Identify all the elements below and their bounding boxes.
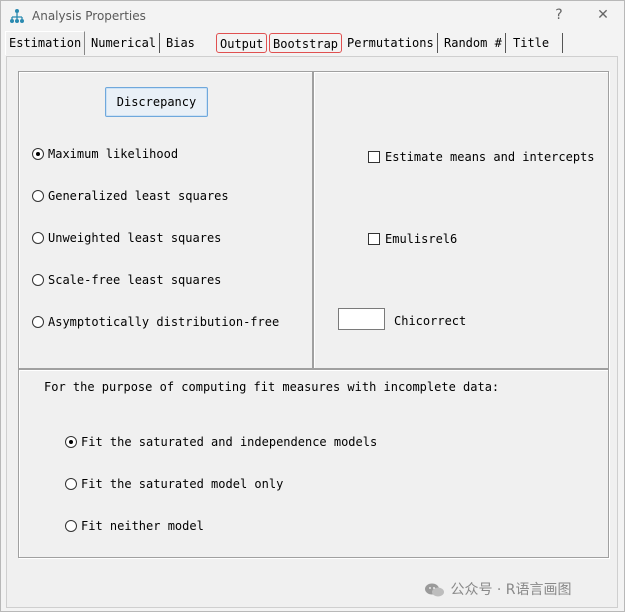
- checkbox-estimate-means[interactable]: Estimate means and intercepts: [368, 148, 595, 166]
- radio-asymptotically-distribution-free[interactable]: Asymptotically distribution-free: [32, 313, 279, 331]
- radio-unselected-icon: [32, 273, 44, 286]
- discrepancy-group: Discrepancy Maximum likelihood Generaliz…: [18, 71, 313, 369]
- estimation-panel: Discrepancy Maximum likelihood Generaliz…: [6, 56, 618, 608]
- analysis-properties-window: Analysis Properties ? ✕ Estimation Numer…: [0, 0, 625, 612]
- hierarchy-tree-icon: [10, 9, 24, 23]
- incomplete-data-heading: For the purpose of computing fit measure…: [44, 380, 500, 394]
- radio-label: Fit neither model: [81, 519, 204, 533]
- discrepancy-button[interactable]: Discrepancy: [105, 87, 208, 117]
- checkbox-unchecked-icon: [368, 150, 380, 163]
- checkbox-unchecked-icon: [368, 232, 380, 245]
- radio-fit-neither[interactable]: Fit neither model: [65, 517, 204, 535]
- tab-bias[interactable]: Bias: [163, 33, 215, 53]
- radio-label: Maximum likelihood: [48, 147, 179, 161]
- radio-label: Fit the saturated and independence model…: [81, 435, 378, 449]
- window-title: Analysis Properties: [32, 9, 146, 23]
- checkbox-emulisrel6[interactable]: Emulisrel6: [368, 230, 457, 248]
- radio-maximum-likelihood[interactable]: Maximum likelihood: [32, 145, 178, 163]
- radio-generalized-least-squares[interactable]: Generalized least squares: [32, 187, 229, 205]
- help-button[interactable]: ?: [549, 7, 569, 23]
- radio-unselected-icon: [65, 477, 77, 490]
- radio-selected-icon: [32, 147, 44, 160]
- radio-unselected-icon: [32, 315, 44, 328]
- tab-random[interactable]: Random #: [441, 33, 506, 53]
- tab-bootstrap[interactable]: Bootstrap: [269, 33, 343, 53]
- radio-unselected-icon: [32, 189, 44, 202]
- close-button[interactable]: ✕: [593, 7, 613, 23]
- tab-output[interactable]: Output: [216, 33, 268, 53]
- radio-unselected-icon: [65, 519, 77, 532]
- radio-scale-free-least-squares[interactable]: Scale-free least squares: [32, 271, 221, 289]
- tab-bar: Estimation Numerical Bias Output Bootstr…: [5, 31, 617, 55]
- radio-unselected-icon: [32, 231, 44, 244]
- wechat-icon: [425, 583, 444, 597]
- chicorrect-label: Chicorrect: [394, 314, 467, 328]
- radio-label: Generalized least squares: [48, 189, 229, 203]
- tab-title[interactable]: Title: [510, 33, 563, 53]
- radio-label: Scale-free least squares: [48, 273, 222, 287]
- radio-selected-icon: [65, 435, 77, 448]
- watermark-text: 公众号 · R语言画图: [450, 582, 572, 598]
- options-group: Estimate means and intercepts Emulisrel6…: [313, 71, 609, 369]
- watermark: 公众号 · R语言画图: [424, 579, 572, 599]
- chicorrect-input[interactable]: [338, 308, 385, 330]
- radio-label: Unweighted least squares: [48, 231, 222, 245]
- title-bar: Analysis Properties ? ✕: [1, 1, 624, 31]
- radio-fit-saturated-and-independence[interactable]: Fit the saturated and independence model…: [65, 433, 377, 451]
- radio-fit-saturated-only[interactable]: Fit the saturated model only: [65, 475, 283, 493]
- incomplete-data-group: For the purpose of computing fit measure…: [18, 369, 609, 558]
- checkbox-label: Estimate means and intercepts: [385, 150, 595, 164]
- radio-unweighted-least-squares[interactable]: Unweighted least squares: [32, 229, 221, 247]
- radio-label: Asymptotically distribution-free: [48, 315, 280, 329]
- tab-numerical[interactable]: Numerical: [88, 33, 161, 53]
- checkbox-label: Emulisrel6: [385, 232, 458, 246]
- tab-estimation[interactable]: Estimation: [5, 31, 86, 55]
- tab-permutations[interactable]: Permutations: [344, 33, 438, 53]
- radio-label: Fit the saturated model only: [81, 477, 284, 491]
